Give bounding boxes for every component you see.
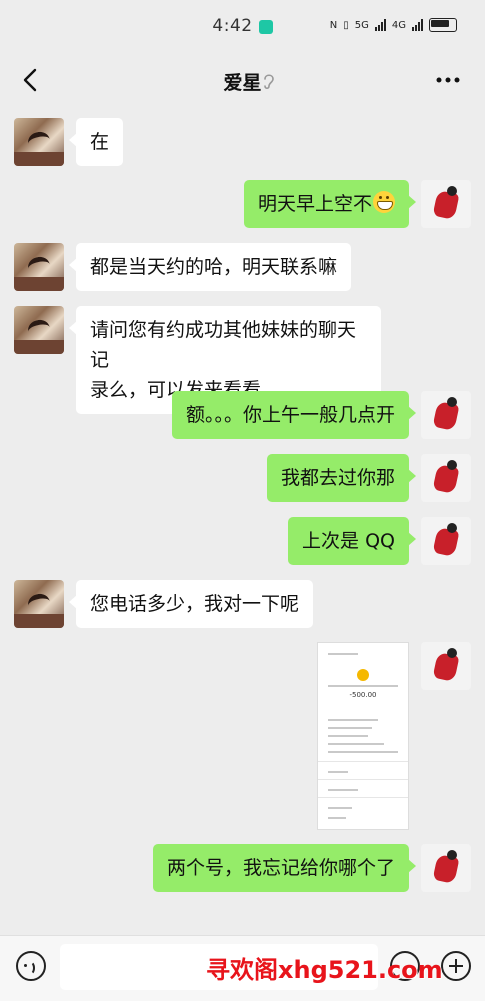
image-detail — [328, 771, 348, 773]
message-text-line: 请问您有约成功其他妹妹的聊天记 — [90, 319, 357, 371]
network-5g-label: 5G — [354, 19, 369, 31]
more-options-icon[interactable] — [435, 72, 461, 88]
app-badge-icon — [258, 20, 273, 34]
signal-icon-2 — [412, 19, 423, 31]
image-detail — [328, 817, 346, 819]
status-bar: 4:42 N ▯ 5G 4G — [0, 0, 485, 52]
nfc-icon: N — [329, 19, 338, 31]
message-bubble-outgoing[interactable]: 我都去过你那 — [266, 454, 417, 502]
voice-input-icon[interactable] — [16, 951, 46, 981]
image-detail — [328, 807, 352, 809]
mute-ear-icon — [264, 74, 274, 90]
message-bubble-outgoing[interactable]: 两个号，我忘记给你哪个了 — [152, 844, 417, 892]
image-detail — [328, 789, 358, 791]
my-avatar[interactable] — [421, 844, 471, 892]
image-divider — [318, 797, 408, 798]
chat-title: 爱星 — [223, 72, 262, 94]
image-detail — [328, 685, 398, 687]
image-divider — [318, 779, 408, 780]
message-bubble-incoming[interactable]: 都是当天约的哈，明天联系嘛 — [68, 243, 352, 291]
image-detail — [328, 735, 368, 737]
image-detail — [328, 653, 358, 655]
image-detail — [328, 743, 384, 745]
message-bubble-outgoing[interactable]: 上次是 QQ — [288, 517, 416, 565]
vibrate-icon: ▯ — [343, 19, 349, 31]
chat-header: 爱星 — [0, 52, 485, 108]
network-4g-label: 4G — [391, 19, 406, 31]
contact-avatar[interactable] — [14, 118, 64, 166]
image-detail — [328, 751, 398, 753]
message-bubble-outgoing[interactable]: 明天早上空不 — [243, 180, 417, 228]
message-bubble-outgoing[interactable]: 额。。。你上午一般几点开 — [171, 391, 417, 439]
my-avatar[interactable] — [421, 391, 471, 439]
image-message-payment-screenshot[interactable]: -500.00 — [317, 642, 409, 830]
grin-emoji-icon — [373, 191, 395, 213]
my-avatar[interactable] — [421, 642, 471, 690]
contact-avatar[interactable] — [14, 580, 64, 628]
contact-avatar[interactable] — [14, 306, 64, 354]
my-avatar[interactable] — [421, 517, 471, 565]
my-avatar[interactable] — [421, 180, 471, 228]
watermark-text: 寻欢阁xhg521.com — [206, 956, 443, 984]
plus-icon[interactable] — [441, 951, 471, 981]
signal-icon-1 — [374, 19, 386, 31]
message-text: 明天早上空不 — [257, 193, 372, 215]
image-detail — [328, 727, 372, 729]
message-bubble-incoming[interactable]: 在 — [68, 118, 124, 166]
status-time: 4:42 — [212, 16, 253, 36]
coin-icon — [357, 669, 369, 681]
status-indicators: N ▯ 5G 4G — [330, 18, 457, 32]
contact-avatar[interactable] — [14, 243, 64, 291]
payment-amount: -500.00 — [349, 691, 377, 699]
message-bubble-incoming[interactable]: 您电话多少，我对一下呢 — [68, 580, 314, 628]
image-detail — [328, 719, 378, 721]
battery-icon — [429, 18, 457, 32]
my-avatar[interactable] — [421, 454, 471, 502]
image-divider — [318, 761, 408, 762]
